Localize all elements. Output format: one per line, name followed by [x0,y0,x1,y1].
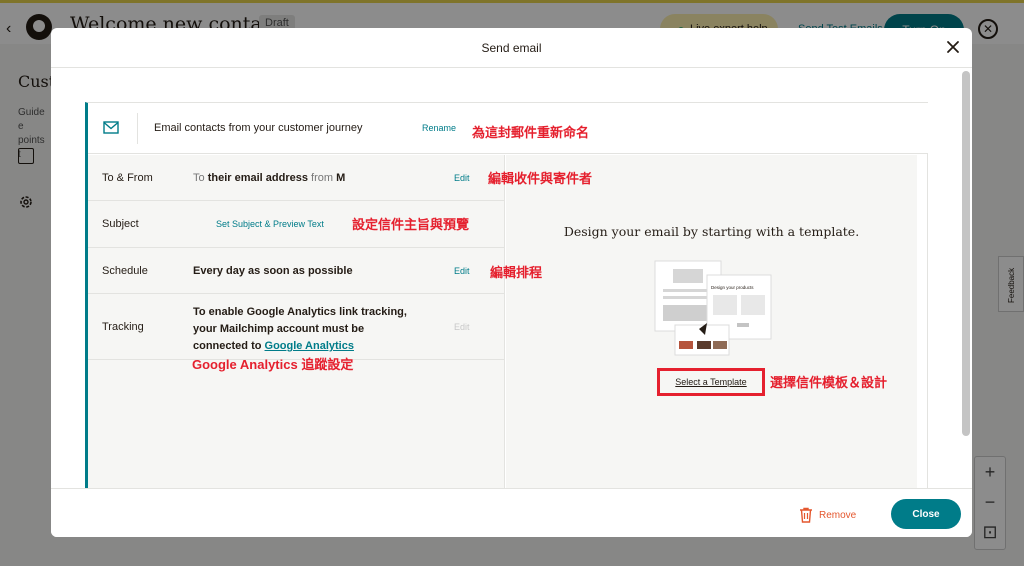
annotation-rename: 為這封郵件重新命名 [472,125,590,140]
google-analytics-link[interactable]: Google Analytics [265,340,354,352]
to-from-value: To their email address from M [193,172,345,184]
modal-header: Send email [51,28,972,68]
header-divider [137,113,138,144]
from-text: from [307,172,337,184]
to-prefix: To [193,172,208,184]
tracking-label: Tracking [102,321,144,333]
subject-label: Subject [102,218,139,230]
remove-label: Remove [819,509,857,521]
tracking-text: To enable Google Analytics link tracking… [193,304,407,355]
select-template-link[interactable]: Select a Template [675,377,746,387]
edit-to-from-link[interactable]: Edit [454,173,470,183]
annotation-schedule: 編輯排程 [490,265,543,280]
edit-tracking-link: Edit [454,322,470,332]
tracking-row: Tracking To enable Google Analytics link… [88,294,505,360]
schedule-row: Schedule Every day as soon as possible E… [88,248,505,294]
sender-value: M [336,172,346,184]
trash-icon [800,507,812,523]
annotation-google-analytics: Google Analytics 追蹤設定 [192,357,354,372]
send-email-modal: Send email Email contacts from your cust… [51,28,972,537]
email-card: Email contacts from your customer journe… [85,102,928,488]
edit-schedule-link[interactable]: Edit [454,266,470,276]
settings-column: To & From To their email address from M … [88,155,505,488]
rename-link[interactable]: Rename [422,123,456,133]
set-subject-link[interactable]: Set Subject & Preview Text [216,219,324,229]
to-from-label: To & From [102,172,153,184]
close-button[interactable]: Close [891,499,961,529]
annotation-subject: 設定信件主旨與預覽 [352,217,470,232]
select-template-highlight: Select a Template [657,368,765,396]
mail-icon [103,121,119,134]
tracking-line-1: To enable Google Analytics link tracking… [193,306,407,318]
annotation-edit-recipients: 編輯收件與寄件者 [488,171,593,186]
template-illustration-icon: Design your products [654,260,772,356]
to-from-row: To & From To their email address from M … [88,155,505,201]
design-prompt: Design your email by starting with a tem… [563,224,860,239]
recipient-value: their email address [207,172,308,184]
email-name: Email contacts from your customer journe… [154,122,363,134]
close-icon[interactable] [944,38,962,56]
tracking-line-3: connected to [193,340,265,352]
schedule-value: Every day as soon as possible [193,265,353,277]
design-column: Design your email by starting with a tem… [506,155,917,488]
remove-button[interactable]: Remove [799,505,856,525]
modal-title: Send email [481,41,542,55]
modal-footer: Remove Close [51,488,972,537]
modal-scrollbar[interactable] [962,71,970,436]
tracking-line-2: your Mailchimp account must be [193,323,365,335]
annotation-template: 選擇信件模板＆設計 [770,375,888,390]
schedule-label: Schedule [102,265,148,277]
illustration-caption: Design your products [711,285,754,290]
